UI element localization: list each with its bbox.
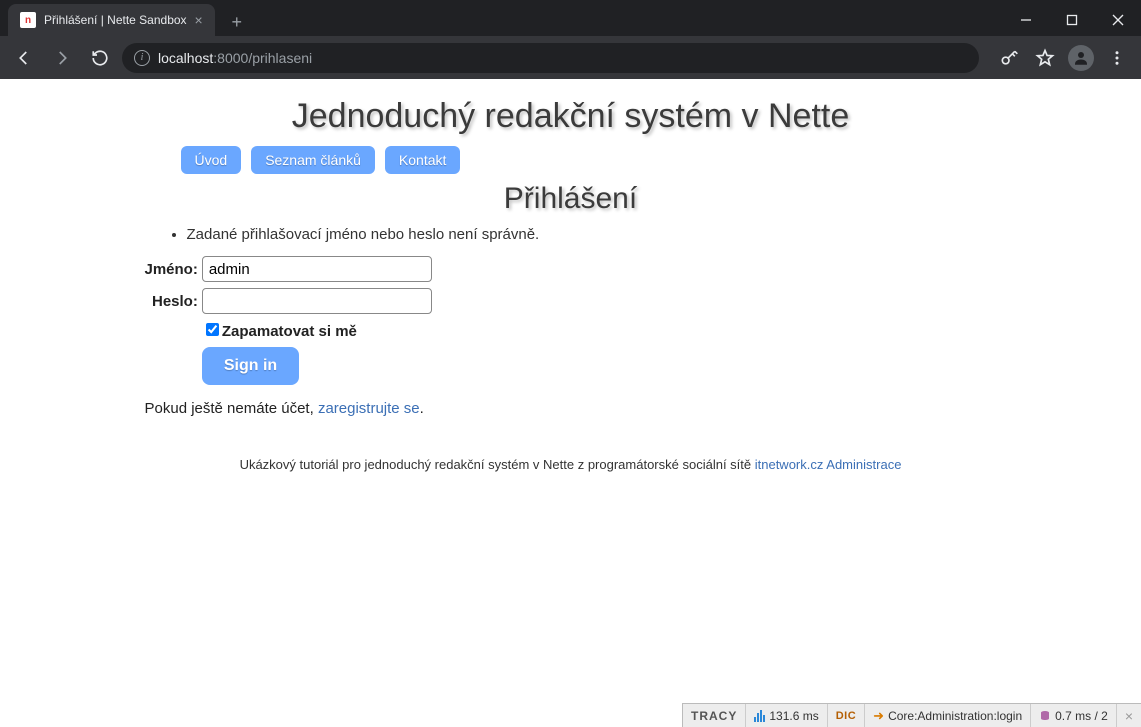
page-heading: Přihlášení [141,182,1001,216]
window-minimize-button[interactable] [1003,4,1049,36]
forward-button[interactable] [46,42,78,74]
signin-button[interactable]: Sign in [202,347,299,385]
footer-link-itnetwork[interactable]: itnetwork.cz [755,457,824,472]
register-prefix: Pokud ještě nemáte účet, [145,400,318,417]
register-suffix: . [420,400,424,417]
page-footer: Ukázkový tutoriál pro jednoduchý redakčn… [141,457,1001,472]
url-path: /prihlaseni [248,50,312,66]
password-label: Heslo: [145,285,202,317]
remember-checkbox[interactable] [206,323,219,336]
footer-link-administrace[interactable]: Administrace [826,457,901,472]
password-key-icon[interactable] [993,42,1025,74]
tracy-panel-dic[interactable]: DIC [828,704,865,727]
login-form: Jméno: Heslo: Zapamatovat si mě Sign in [145,253,432,388]
tracy-logo[interactable]: TRACY [683,704,746,727]
address-bar[interactable]: i localhost:8000/prihlaseni [122,43,979,73]
site-title: Jednoduchý redakční systém v Nette [141,97,1001,136]
page-container: Jednoduchý redakční systém v Nette Úvod … [121,97,1021,472]
tracy-panel-time[interactable]: 131.6 ms [746,704,827,727]
register-link[interactable]: zaregistrujte se [318,400,420,417]
browser-titlebar: n Přihlášení | Nette Sandbox × + [0,0,1141,36]
browser-toolbar: i localhost:8000/prihlaseni [0,36,1141,79]
profile-avatar[interactable] [1065,42,1097,74]
nav-link-uvod[interactable]: Úvod [181,146,242,174]
tracy-db-value: 0.7 ms / 2 [1055,709,1108,723]
window-close-button[interactable] [1095,4,1141,36]
back-button[interactable] [8,42,40,74]
bars-icon [754,710,765,722]
toolbar-right-icons [993,42,1133,74]
username-input[interactable] [202,256,432,282]
tracy-close-icon[interactable]: × [1117,708,1141,724]
form-error-item: Zadané přihlašovací jméno nebo heslo nen… [187,226,1001,243]
tracy-logo-text: TRACY [691,709,737,723]
new-tab-button[interactable]: + [223,8,251,36]
register-hint: Pokud ještě nemáte účet, zaregistrujte s… [145,400,1001,417]
browser-menu-icon[interactable] [1101,42,1133,74]
nav-link-seznam-clanku[interactable]: Seznam článků [251,146,375,174]
tab-title: Přihlášení | Nette Sandbox [44,13,187,27]
window-maximize-button[interactable] [1049,4,1095,36]
site-info-icon[interactable]: i [134,50,150,66]
url-text: localhost:8000/prihlaseni [158,50,312,66]
url-host: localhost [158,50,213,66]
url-port: :8000 [213,50,248,66]
tracy-time-value: 131.6 ms [769,709,818,723]
browser-chrome: n Přihlášení | Nette Sandbox × + [0,0,1141,79]
database-icon [1039,710,1051,722]
bookmark-star-icon[interactable] [1029,42,1061,74]
username-label: Jméno: [145,253,202,285]
browser-tab[interactable]: n Přihlášení | Nette Sandbox × [8,4,215,36]
tab-close-icon[interactable]: × [195,12,203,28]
remember-label: Zapamatovat si mě [222,323,357,340]
favicon-icon: n [20,12,36,28]
window-controls [1003,4,1141,36]
dic-icon: DIC [836,710,856,722]
password-input[interactable] [202,288,432,314]
route-icon: ➜ [873,708,884,724]
tracy-route-value: Core:Administration:login [888,709,1022,723]
reload-button[interactable] [84,42,116,74]
tracy-bar[interactable]: TRACY 131.6 ms DIC ➜ Core:Administration… [682,703,1141,727]
nav-link-kontakt[interactable]: Kontakt [385,146,460,174]
page-viewport: Jednoduchý redakční systém v Nette Úvod … [0,79,1141,703]
tracy-panel-database[interactable]: 0.7 ms / 2 [1031,704,1117,727]
tracy-panel-route[interactable]: ➜ Core:Administration:login [865,704,1031,727]
main-nav: Úvod Seznam článků Kontakt [181,146,1001,174]
footer-text: Ukázkový tutoriál pro jednoduchý redakčn… [240,457,755,472]
form-errors: Zadané přihlašovací jméno nebo heslo nen… [167,226,1001,243]
